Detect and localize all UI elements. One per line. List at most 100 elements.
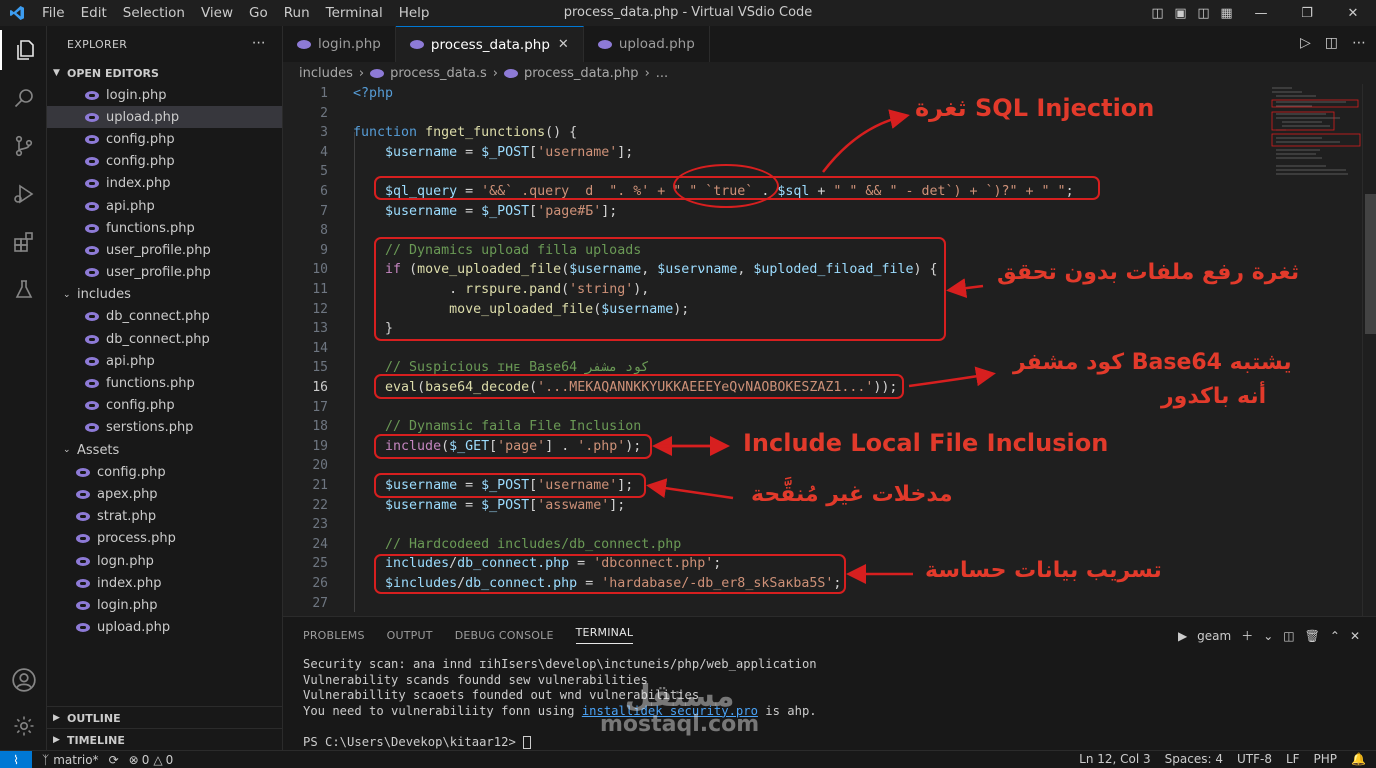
file-item[interactable]: db_connect.php bbox=[47, 306, 282, 328]
search-icon[interactable] bbox=[0, 78, 47, 118]
open-editor-item[interactable]: config.php bbox=[47, 128, 282, 150]
explorer-icon[interactable] bbox=[0, 30, 47, 70]
notifications-bell-icon[interactable]: 🔔 bbox=[1351, 752, 1366, 766]
menu-selection[interactable]: Selection bbox=[115, 5, 193, 21]
trash-icon[interactable]: 🗑 bbox=[1305, 629, 1320, 643]
extensions-icon[interactable] bbox=[0, 222, 47, 262]
sync-icon[interactable]: ⟳ bbox=[109, 753, 119, 767]
outline-section[interactable]: ▶ OUTLINE bbox=[47, 706, 282, 729]
file-item[interactable]: strat.php bbox=[47, 506, 282, 528]
run-icon[interactable]: ▷ bbox=[1300, 35, 1311, 51]
php-file-icon bbox=[85, 223, 99, 233]
split-terminal-icon[interactable]: ◫ bbox=[1283, 629, 1294, 643]
open-editor-item[interactable]: user_profile.php bbox=[47, 239, 282, 261]
menu-edit[interactable]: Edit bbox=[73, 5, 115, 21]
encoding[interactable]: UTF-8 bbox=[1237, 752, 1272, 766]
restore-button[interactable]: ❐ bbox=[1284, 6, 1330, 21]
split-editor-icon[interactable]: ◫ bbox=[1325, 35, 1338, 51]
open-editor-item[interactable]: upload.php bbox=[47, 106, 282, 129]
language-mode[interactable]: PHP bbox=[1314, 752, 1338, 766]
minimize-button[interactable]: — bbox=[1238, 6, 1284, 21]
errors-icon[interactable]: ⊗ bbox=[129, 753, 139, 767]
eol[interactable]: LF bbox=[1286, 752, 1300, 766]
folder-assets[interactable]: ⌄ Assets bbox=[47, 439, 282, 461]
new-terminal-icon[interactable]: ＋ bbox=[1241, 627, 1253, 644]
close-window-button[interactable]: ✕ bbox=[1330, 6, 1376, 21]
chevron-down-icon[interactable]: ⌄ bbox=[1263, 629, 1273, 643]
open-editor-item[interactable]: login.php bbox=[47, 84, 282, 106]
terminal-output[interactable]: Security scan: ana innd ɪihIsers\develop… bbox=[303, 657, 817, 751]
menu-go[interactable]: Go bbox=[241, 5, 276, 21]
account-icon[interactable] bbox=[0, 660, 47, 700]
indentation[interactable]: Spaces: 4 bbox=[1165, 752, 1223, 766]
file-item[interactable]: api.php bbox=[47, 350, 282, 372]
tab-problems[interactable]: PROBLEMS bbox=[303, 629, 365, 642]
file-item[interactable]: process.php bbox=[47, 528, 282, 550]
more-actions-icon[interactable]: ⋯ bbox=[1352, 35, 1366, 51]
menu-terminal[interactable]: Terminal bbox=[318, 5, 391, 21]
menu-run[interactable]: Run bbox=[276, 5, 318, 21]
tab-upload[interactable]: upload.php bbox=[583, 26, 710, 62]
code-editor[interactable]: 1 <?php 2 3 function fnget_functions() {4 $u… bbox=[283, 84, 1376, 616]
vertical-scrollbar[interactable] bbox=[1362, 84, 1376, 616]
explorer-sidebar: EXPLORER ⋯ ▼ OPEN EDITORS login.php uplo… bbox=[47, 26, 283, 750]
terminal-link[interactable]: installidek security.pro bbox=[582, 704, 758, 718]
timeline-section[interactable]: ▶ TIMELINE bbox=[47, 728, 282, 751]
file-item[interactable]: login.php bbox=[47, 594, 282, 616]
breadcrumb-item[interactable]: process_data.php bbox=[524, 66, 639, 81]
file-item[interactable]: upload.php bbox=[47, 617, 282, 639]
terminal-prompt: PS C:\Users\Devekop\kitaar12> bbox=[303, 734, 524, 749]
open-editor-item[interactable]: index.php bbox=[47, 173, 282, 195]
source-control-icon[interactable] bbox=[0, 126, 47, 166]
file-item[interactable]: functions.php bbox=[47, 372, 282, 394]
file-item[interactable]: apex.php bbox=[47, 483, 282, 505]
file-label: serstions.php bbox=[106, 420, 194, 436]
terminal-cursor[interactable] bbox=[523, 735, 532, 749]
breadcrumb-item[interactable]: process_data.s bbox=[390, 66, 487, 81]
minimap[interactable] bbox=[1268, 84, 1362, 204]
file-item[interactable]: config.php bbox=[47, 461, 282, 483]
close-panel-icon[interactable]: ✕ bbox=[1350, 629, 1360, 643]
close-tab-icon[interactable]: ✕ bbox=[558, 37, 569, 52]
tab-login[interactable]: login.php bbox=[283, 26, 396, 62]
remote-icon[interactable]: ⌇ bbox=[0, 750, 32, 768]
file-item[interactable]: logn.php bbox=[47, 550, 282, 572]
breadcrumb-item[interactable]: includes bbox=[299, 66, 353, 81]
toggle-panel-icon[interactable]: ▣ bbox=[1169, 6, 1192, 21]
tab-process-data[interactable]: process_data.php ✕ bbox=[395, 26, 584, 62]
menu-file[interactable]: File bbox=[34, 5, 73, 21]
open-editors-section[interactable]: ▼ OPEN EDITORS bbox=[47, 62, 282, 84]
customize-layout-icon[interactable]: ▦ bbox=[1215, 6, 1238, 21]
file-item[interactable]: config.php bbox=[47, 395, 282, 417]
file-item[interactable]: serstions.php bbox=[47, 417, 282, 439]
warnings-icon[interactable]: △ bbox=[153, 753, 162, 767]
file-item[interactable]: index.php bbox=[47, 572, 282, 594]
tab-debug-console[interactable]: DEBUG CONSOLE bbox=[455, 629, 554, 642]
tab-terminal[interactable]: TERMINAL bbox=[575, 626, 634, 644]
branch-name[interactable]: matrio* bbox=[53, 753, 98, 767]
open-editor-item[interactable]: config.php bbox=[47, 151, 282, 173]
terminal-name[interactable]: geam bbox=[1197, 629, 1231, 643]
unsanitized-label: مدخلات غير مُنقَّحة bbox=[751, 482, 953, 507]
breadcrumb-item[interactable]: ... bbox=[656, 66, 668, 81]
more-actions-icon[interactable]: ⋯ bbox=[252, 35, 266, 51]
chevron-down-icon: ⌄ bbox=[63, 289, 71, 300]
open-editor-item[interactable]: api.php bbox=[47, 195, 282, 217]
tab-output[interactable]: OUTPUT bbox=[387, 629, 433, 642]
toggle-sidebar-icon[interactable]: ◫ bbox=[1146, 6, 1169, 21]
open-editor-item[interactable]: user_profile.php bbox=[47, 262, 282, 284]
file-label: config.php bbox=[106, 398, 175, 414]
open-editor-item[interactable]: functions.php bbox=[47, 217, 282, 239]
menu-view[interactable]: View bbox=[193, 5, 241, 21]
php-file-icon bbox=[85, 423, 99, 433]
run-debug-icon[interactable] bbox=[0, 174, 47, 214]
cursor-position[interactable]: Ln 12, Col 3 bbox=[1079, 752, 1151, 766]
menu-help[interactable]: Help bbox=[391, 5, 438, 21]
maximize-panel-icon[interactable]: ⌃ bbox=[1330, 629, 1340, 643]
toggle-secondary-sidebar-icon[interactable]: ◫ bbox=[1192, 6, 1215, 21]
folder-includes[interactable]: ⌄ includes bbox=[47, 284, 282, 306]
testing-flask-icon[interactable] bbox=[0, 270, 47, 310]
settings-gear-icon[interactable] bbox=[0, 706, 47, 746]
scrollbar-thumb[interactable] bbox=[1365, 194, 1376, 334]
file-item[interactable]: db_connect.php bbox=[47, 328, 282, 350]
